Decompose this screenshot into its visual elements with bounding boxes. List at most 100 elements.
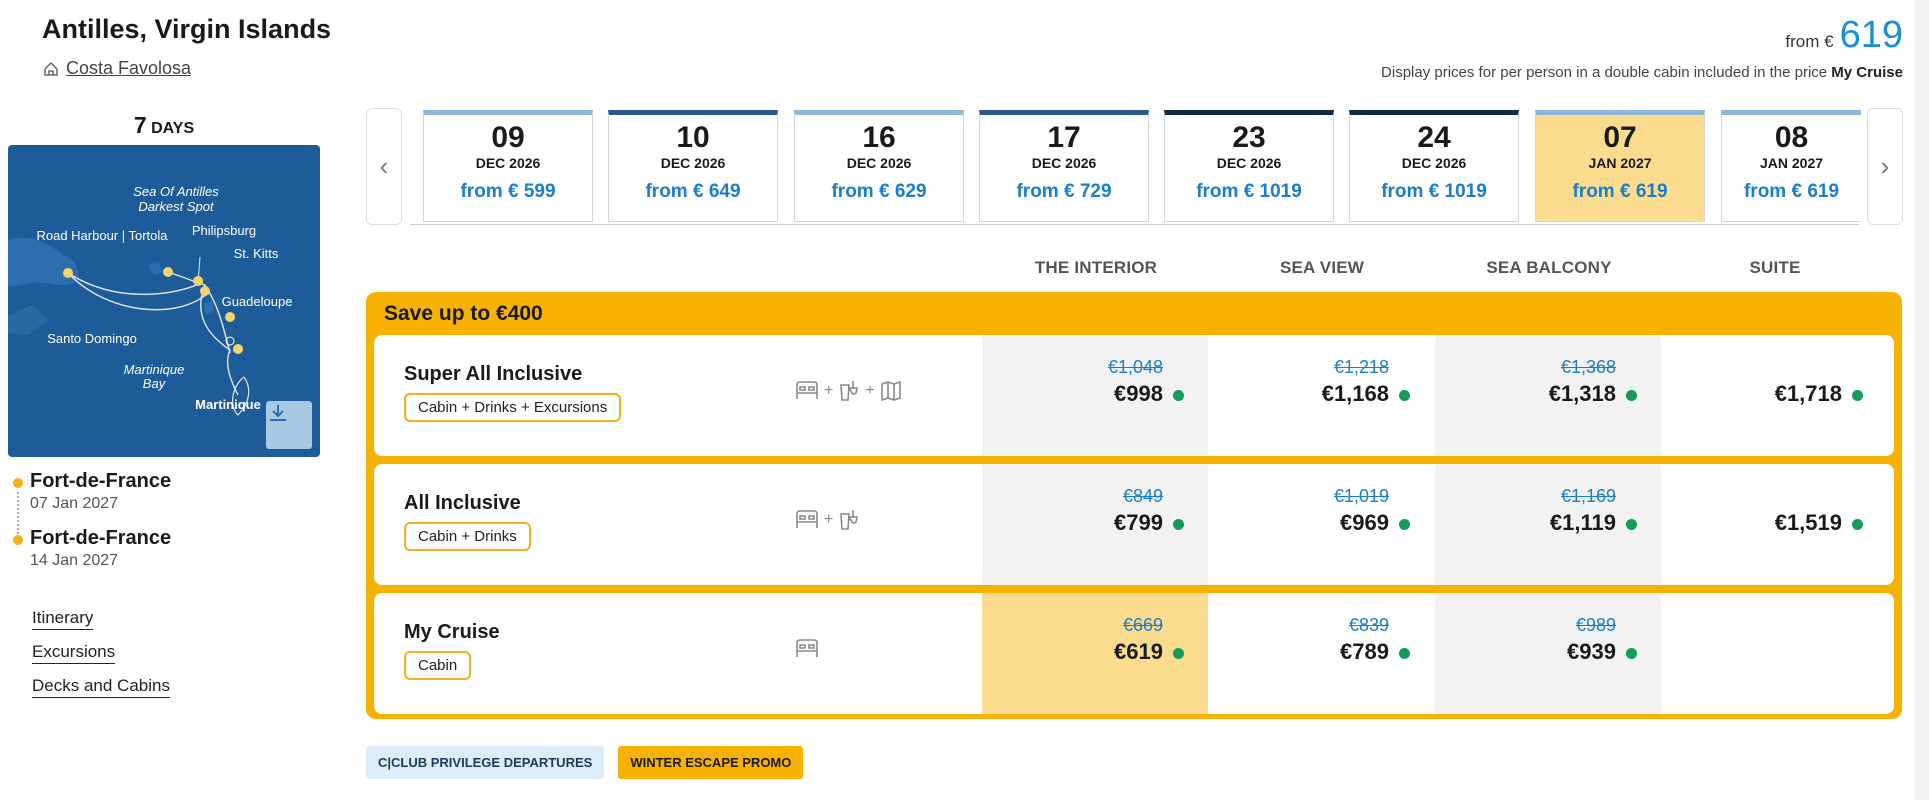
drinks-icon xyxy=(840,381,859,401)
date-month: DEC 2026 xyxy=(846,155,912,171)
old-price: €849 xyxy=(1122,486,1163,506)
carousel-next-button[interactable]: › xyxy=(1867,108,1903,225)
price-cell[interactable]: €1,048 €998 xyxy=(982,335,1208,456)
date-month: DEC 2026 xyxy=(1216,155,1282,171)
old-price: €989 xyxy=(1575,615,1616,635)
from-label: from € xyxy=(1785,32,1834,51)
plus-sign: + xyxy=(824,511,834,528)
carousel-prev-button[interactable]: ‹ xyxy=(366,108,402,225)
new-price: €1,119 xyxy=(1549,510,1616,535)
price-cell-selected[interactable]: €669 €619 xyxy=(982,593,1208,714)
cruise-duration: 7 DAYS xyxy=(8,112,320,139)
package-name: Super All Inclusive xyxy=(404,363,583,385)
date-card[interactable]: 16 DEC 2026 from € 629 xyxy=(794,110,964,222)
ship-name: Costa Favolosa xyxy=(66,58,192,78)
download-icon xyxy=(270,405,286,421)
cabin-header-sea-balcony: SEA BALCONY xyxy=(1486,258,1612,277)
date-month: JAN 2027 xyxy=(1588,155,1652,171)
date-month: DEC 2026 xyxy=(1031,155,1097,171)
availability-dot xyxy=(1399,519,1410,530)
package-row-super-all-inclusive: Super All Inclusive Cabin + Drinks + Exc… xyxy=(374,335,1894,456)
price-cell[interactable]: €1,519 xyxy=(1661,464,1887,585)
map-label: Guadeloupe xyxy=(222,294,293,309)
availability-dot xyxy=(1626,519,1637,530)
info-links: Itinerary Excursions Decks and Cabins xyxy=(32,608,170,710)
availability-dot xyxy=(1626,390,1637,401)
download-map-button[interactable] xyxy=(266,401,312,449)
winter-escape-badge[interactable]: WINTER ESCAPE PROMO xyxy=(618,746,804,779)
date-card-selected[interactable]: 07 JAN 2027 from € 619 xyxy=(1535,110,1705,222)
date-month: DEC 2026 xyxy=(1401,155,1467,171)
availability-dot xyxy=(1173,648,1184,659)
date-price: from € 649 xyxy=(645,181,741,202)
date-price: from € 1019 xyxy=(1381,181,1487,202)
package-tag: Cabin + Drinks + Excursions xyxy=(404,393,622,422)
old-price: €839 xyxy=(1348,615,1389,635)
price-cell[interactable]: €1,718 xyxy=(1661,335,1887,456)
itinerary-link[interactable]: Itinerary xyxy=(32,608,94,630)
page-title: Antilles, Virgin Islands xyxy=(42,14,332,44)
availability-dot xyxy=(1852,519,1863,530)
price-cell[interactable]: €1,019 €969 xyxy=(1208,464,1434,585)
save-banner: Save up to €400 xyxy=(384,302,543,325)
date-day: 07 xyxy=(1603,121,1637,154)
date-day: 16 xyxy=(862,121,896,154)
old-price: €669 xyxy=(1122,615,1163,635)
date-card[interactable]: 09 DEC 2026 from € 599 xyxy=(423,110,593,222)
plus-sign: + xyxy=(865,382,875,399)
date-price: from € 729 xyxy=(1016,181,1112,202)
availability-dot xyxy=(1852,390,1863,401)
date-card[interactable]: 17 DEC 2026 from € 729 xyxy=(979,110,1149,222)
date-card[interactable]: 10 DEC 2026 from € 649 xyxy=(608,110,778,222)
from-value: 619 xyxy=(1839,14,1903,56)
date-card[interactable]: 08 JAN 2027 from € 619 xyxy=(1721,110,1861,222)
bed-icon xyxy=(796,639,818,657)
date-card[interactable]: 24 DEC 2026 from € 1019 xyxy=(1349,110,1519,222)
new-price: €1,168 xyxy=(1321,381,1389,406)
date-day: 24 xyxy=(1417,121,1451,154)
old-price: €1,019 xyxy=(1333,486,1389,506)
availability-dot xyxy=(1399,648,1410,659)
date-month: DEC 2026 xyxy=(475,155,541,171)
map-label: Philipsburg xyxy=(192,223,256,238)
cclub-badge[interactable]: C|CLUB PRIVILEGE DEPARTURES xyxy=(366,746,605,779)
availability-dot xyxy=(1399,390,1410,401)
offers-panel: Save up to €400 Super All Inclusive Cabi… xyxy=(366,292,1902,719)
cabin-header-sea-view: SEA VIEW xyxy=(1279,258,1365,277)
package-icons xyxy=(794,637,820,661)
map-label: Sea Of Antilles xyxy=(133,184,219,199)
arrival-port: Fort-de-France 14 Jan 2027 xyxy=(30,527,171,570)
date-card[interactable]: 23 DEC 2026 from € 1019 xyxy=(1164,110,1334,222)
date-day: 17 xyxy=(1047,121,1081,154)
itinerary-map[interactable]: Sea Of Antilles Darkest Spot Road Harbou… xyxy=(8,145,320,457)
new-price: €1,718 xyxy=(1774,381,1842,406)
excursions-link[interactable]: Excursions xyxy=(32,642,116,664)
price-cell[interactable]: €989 €939 xyxy=(1435,593,1661,714)
decks-and-cabins-link[interactable]: Decks and Cabins xyxy=(32,676,170,698)
bed-icon xyxy=(796,381,818,399)
availability-dot xyxy=(1173,519,1184,530)
promo-badges: C|CLUB PRIVILEGE DEPARTURES WINTER ESCAP… xyxy=(366,746,804,779)
chevron-left-icon: ‹ xyxy=(379,151,389,181)
cabin-header-suite: SUITE xyxy=(1749,258,1801,277)
price-cell[interactable]: €839 €789 xyxy=(1208,593,1434,714)
price-cell[interactable]: €1,218 €1,168 xyxy=(1208,335,1434,456)
days-unit: DAYS xyxy=(151,120,195,137)
display-note-text: Display prices for per person in a doubl… xyxy=(1381,64,1828,81)
ship-link[interactable]: Costa Favolosa xyxy=(42,58,191,79)
display-note: Display prices for per person in a doubl… xyxy=(1381,64,1903,81)
package-name: My Cruise xyxy=(404,621,500,643)
scrollbar[interactable] xyxy=(1915,0,1929,800)
route-line xyxy=(17,492,19,538)
new-price: €619 xyxy=(1114,639,1163,664)
package-icons: + + xyxy=(794,379,903,403)
date-price: from € 1019 xyxy=(1196,181,1302,202)
date-month: JAN 2027 xyxy=(1759,155,1824,171)
price-cell[interactable]: €849 €799 xyxy=(982,464,1208,585)
new-price: €998 xyxy=(1114,381,1163,406)
price-cell[interactable]: €1,169 €1,119 xyxy=(1435,464,1661,585)
package-tag: Cabin + Drinks xyxy=(404,522,531,551)
new-price: €789 xyxy=(1340,639,1389,664)
price-cell[interactable]: €1,368 €1,318 xyxy=(1435,335,1661,456)
package-icons: + xyxy=(794,508,861,532)
